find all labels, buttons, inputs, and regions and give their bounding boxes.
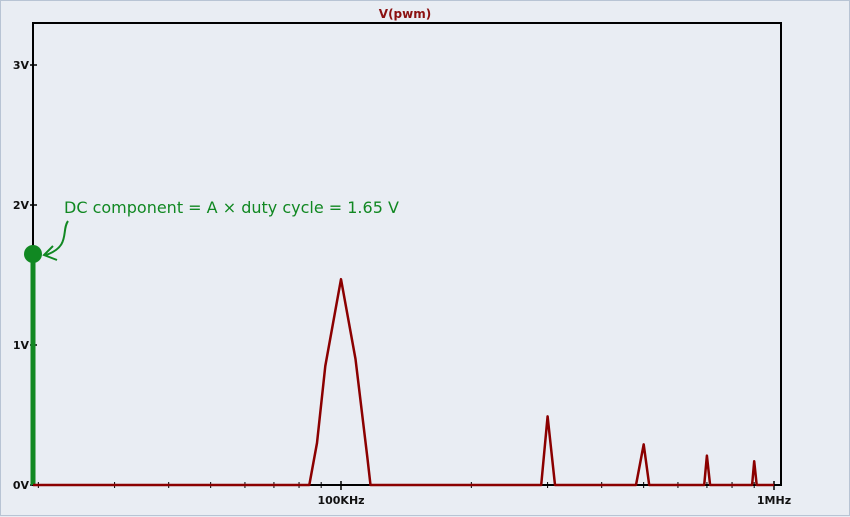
chart-title: V(pwm)	[379, 7, 431, 21]
dc-annotation-text: DC component = A × duty cycle = 1.65 V	[64, 198, 399, 217]
x-tick-label: 1MHz	[757, 494, 791, 507]
y-tick-label: 1V	[13, 339, 30, 352]
plot-window: V(pwm) 0V 1V 2V 3V 100KHz 1MHz DC component =…	[0, 0, 850, 516]
plot-area	[32, 22, 782, 486]
y-tick-label: 0V	[13, 479, 30, 492]
x-tick-label: 100KHz	[317, 494, 364, 507]
y-tick-label: 2V	[13, 199, 30, 212]
dc-marker	[24, 245, 42, 263]
spectrum-chart: V(pwm) 0V 1V 2V 3V 100KHz 1MHz DC component =…	[13, 7, 791, 507]
y-tick-label: 3V	[13, 59, 30, 72]
